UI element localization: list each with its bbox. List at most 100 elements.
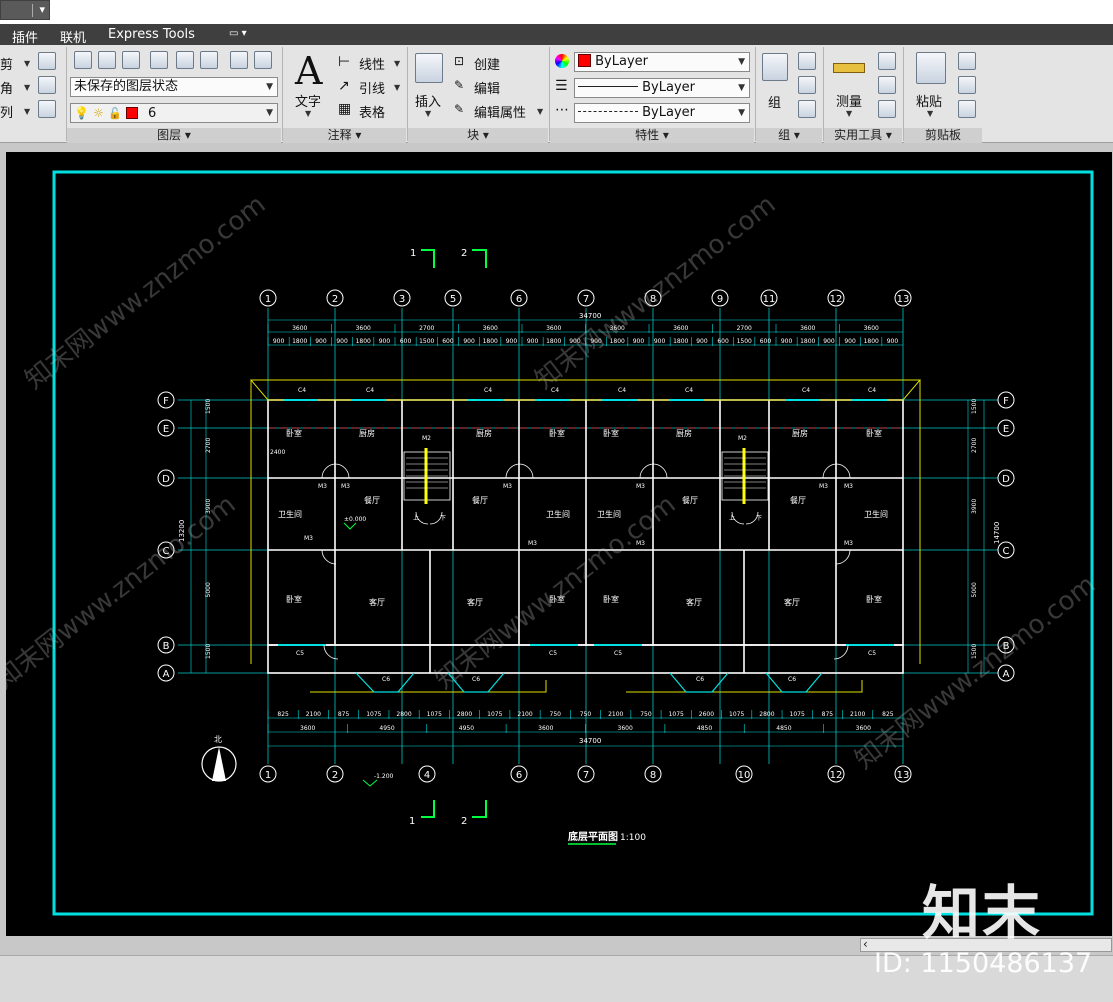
title-frame [52, 170, 1094, 916]
panel-title-utilities[interactable]: 实用工具 ▾ [824, 128, 902, 143]
room-label: 卧室 [866, 428, 882, 438]
panel-title-annotation[interactable]: 注释 ▾ [283, 128, 406, 143]
table-label[interactable]: 表格 [359, 102, 385, 121]
window-tag: C4 [366, 387, 374, 394]
group-label[interactable]: 组 [768, 92, 781, 111]
dimension-text: 4850 [697, 725, 712, 732]
array-label[interactable]: 列 [0, 102, 13, 121]
leader-icon[interactable]: ↗ [338, 78, 350, 94]
dimension-text: 3600 [292, 325, 307, 332]
cut-icon[interactable] [958, 52, 976, 70]
copy-icon[interactable] [958, 76, 976, 94]
text-label[interactable]: 文字 [295, 91, 321, 110]
layer-isolate-icon[interactable] [150, 51, 168, 69]
chevron-down-icon[interactable]: ▼ [24, 107, 30, 116]
calculator-icon[interactable] [878, 100, 896, 118]
panel-title-layers[interactable]: 图层 ▾ [67, 128, 281, 143]
offset-icon[interactable] [38, 100, 56, 118]
room-label: 客厅 [467, 597, 483, 607]
dimension-text: 900 [823, 338, 835, 345]
dimension-text: 600 [760, 338, 772, 345]
text-icon[interactable]: A [295, 49, 322, 93]
lineweight-combo[interactable]: ByLayer ▼ [574, 103, 750, 123]
chevron-down-icon[interactable]: ▼ [394, 59, 400, 68]
ungroup-icon[interactable] [798, 52, 816, 70]
leader-label[interactable]: 引线 [359, 78, 385, 97]
chevron-down-icon[interactable]: ▼ [425, 109, 431, 118]
chevron-down-icon[interactable]: ▼ [537, 107, 543, 116]
autocad-window: ▾ 插件 联机 Express Tools ▭ ▾ 剪 角 列 ▼ ▼ ▼ 未保… [0, 0, 1113, 1002]
measure-label[interactable]: 测量 [836, 91, 862, 110]
panel-title-properties[interactable]: 特性 ▾ [550, 128, 754, 143]
chevron-down-icon[interactable]: ▼ [394, 83, 400, 92]
lineweight-preview [578, 111, 638, 112]
insert-block-icon[interactable] [415, 53, 443, 83]
group-select-icon[interactable] [798, 100, 816, 118]
menu-item-plugins[interactable]: 插件 [12, 27, 38, 46]
scroll-left-icon[interactable]: ‹ [863, 937, 868, 951]
layer-combo[interactable]: 💡 ☼ 🔓 6 ▼ [70, 103, 278, 123]
drawing-canvas[interactable]: 1 2 1 2 1 2 3 5 6 7 8 9 11 12 13 1 2 4 6… [0, 152, 1112, 936]
panel-title-block[interactable]: 块 ▾ [408, 128, 548, 143]
quick-access-dropdown[interactable]: ▾ [0, 0, 50, 20]
dimension-text: 1800 [483, 338, 498, 345]
trim-label[interactable]: 剪 [0, 54, 13, 73]
layer-state-combo[interactable]: 未保存的图层状态 ▼ [70, 77, 278, 97]
id-point-icon[interactable] [878, 76, 896, 94]
dimension-text: 900 [527, 338, 539, 345]
paste-icon[interactable] [916, 52, 946, 84]
layer-properties-icon[interactable] [74, 51, 92, 69]
layer-freeze-icon[interactable] [176, 51, 194, 69]
edit-label[interactable]: 编辑 [474, 78, 500, 97]
quick-select-icon[interactable] [878, 52, 896, 70]
layer-match-icon[interactable] [98, 51, 116, 69]
color-combo[interactable]: ByLayer ▼ [574, 52, 750, 72]
create-label[interactable]: 创建 [474, 54, 500, 73]
linetype-icon[interactable]: ⋯ [555, 102, 569, 118]
chevron-down-icon[interactable]: ▼ [305, 109, 311, 118]
chevron-down-icon[interactable]: ▼ [24, 83, 30, 92]
chevron-down-icon[interactable]: ▼ [846, 109, 852, 118]
edit-block-icon[interactable]: ✎ [454, 78, 464, 92]
linear-dim-icon[interactable]: ⊢ [338, 54, 350, 70]
axis-bubble-left-label: B [163, 641, 170, 652]
panel-title-group[interactable]: 组 ▾ [756, 128, 822, 143]
fillet-label[interactable]: 角 [0, 78, 13, 97]
edit-attributes-icon[interactable]: ✎ [454, 102, 464, 116]
linetype-combo[interactable]: ByLayer ▼ [574, 78, 750, 98]
explode-icon[interactable] [38, 76, 56, 94]
group-icon[interactable] [762, 53, 788, 81]
dimension-text: 4850 [776, 725, 791, 732]
room-label: 卫生间 [278, 509, 302, 519]
panel-title-clipboard[interactable]: 剪贴板 [904, 128, 982, 143]
edit-attributes-label[interactable]: 编辑属性 [474, 102, 526, 121]
layer-walk-icon[interactable] [254, 51, 272, 69]
measure-icon[interactable] [833, 63, 865, 73]
right-total-dimension: 14700 [993, 522, 1001, 544]
layer-previous-icon[interactable] [122, 51, 140, 69]
layer-unisolate-icon[interactable] [230, 51, 248, 69]
door-tag: M3 [636, 483, 645, 490]
room-label: 餐厅 [790, 496, 806, 505]
menu-item-online[interactable]: 联机 [60, 27, 86, 46]
ribbon-minimize-icon[interactable]: ▭ ▾ [229, 28, 247, 39]
group-edit-icon[interactable] [798, 76, 816, 94]
create-block-icon[interactable]: ⊡ [454, 54, 464, 68]
door-swing [822, 463, 838, 479]
menu-item-express-tools[interactable]: Express Tools [108, 27, 195, 42]
dimension-text: 3600 [546, 325, 561, 332]
chevron-down-icon[interactable]: ▼ [927, 109, 933, 118]
lineweight-icon[interactable]: ☰ [555, 78, 568, 94]
table-icon[interactable]: ▦ [338, 101, 351, 117]
erase-icon[interactable] [38, 52, 56, 70]
axis-bubble-bottom-label: 6 [516, 770, 522, 781]
stair-up-label: 上 [729, 514, 735, 522]
color-wheel-icon[interactable] [555, 54, 569, 68]
paste-label[interactable]: 粘贴 [916, 91, 942, 110]
layer-off-icon[interactable] [200, 51, 218, 69]
dimension-text: 1075 [790, 711, 805, 718]
linear-label[interactable]: 线性 [359, 54, 385, 73]
insert-label[interactable]: 插入 [415, 91, 441, 110]
chevron-down-icon[interactable]: ▼ [24, 59, 30, 68]
match-properties-icon[interactable] [958, 100, 976, 118]
